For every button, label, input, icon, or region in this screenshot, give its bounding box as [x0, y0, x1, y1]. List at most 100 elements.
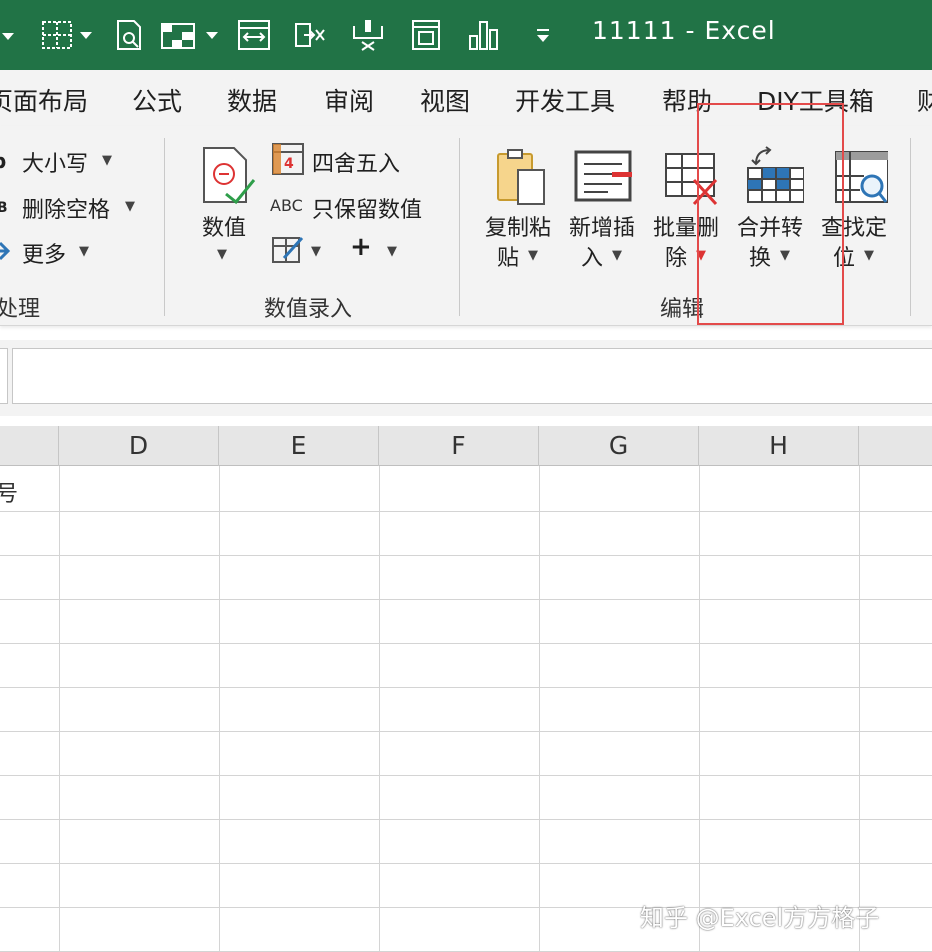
copy-paste-button[interactable]: 复制粘 贴 ▼ — [478, 142, 558, 292]
tab-help[interactable]: 帮助 — [662, 82, 712, 118]
chevron-down-icon[interactable]: ▼ — [528, 248, 538, 263]
tab-review[interactable]: 审阅 — [324, 82, 374, 118]
svg-text:AB: AB — [0, 200, 8, 216]
gridline — [0, 687, 932, 688]
find-locate-label-1: 查找定 — [820, 216, 887, 241]
abc-icon: ABC — [270, 190, 306, 220]
chevron-down-icon[interactable]: ▼ — [387, 244, 397, 259]
group-label-number: 数值录入 — [264, 297, 353, 322]
merge-convert-icon — [740, 146, 805, 210]
chevron-down-icon[interactable]: ▼ — [612, 248, 622, 263]
dropdown-caret-icon[interactable] — [0, 16, 28, 54]
round-icon: 4 — [270, 142, 306, 176]
remove-spaces-button[interactable]: 删除空格 — [22, 192, 110, 224]
value-button-label: 数值 — [201, 216, 246, 241]
gridline — [59, 466, 60, 952]
insert-button[interactable]: 新增插 入 ▼ — [562, 142, 642, 292]
change-case-button[interactable]: 大小写 — [22, 146, 88, 178]
gridline — [0, 511, 932, 512]
copy-paste-label-1: 复制粘 — [484, 216, 551, 241]
group-label-edit: 编辑 — [660, 297, 705, 322]
tab-diy-toolbox[interactable]: DIY工具箱 — [757, 82, 874, 118]
gridline — [0, 643, 932, 644]
gridline — [219, 466, 220, 952]
group-separator — [459, 138, 460, 316]
chart-icon[interactable] — [466, 16, 502, 54]
merge-convert-button[interactable]: 合并转 换 ▼ — [730, 142, 810, 292]
svg-text:4: 4 — [284, 156, 294, 172]
value-button[interactable]: 数值 ▼ — [184, 142, 264, 292]
insert-label-1: 新增插 — [568, 216, 635, 241]
edit-cell-icon[interactable] — [270, 232, 306, 266]
chevron-down-icon[interactable]: ▼ — [217, 247, 227, 262]
title-bar: 11111 - Excel — [0, 0, 932, 70]
customize-qat-icon[interactable] — [528, 16, 558, 54]
column-header-g[interactable]: G — [539, 426, 699, 466]
chevron-down-icon[interactable]: ▼ — [102, 153, 112, 168]
print-preview-icon[interactable] — [112, 16, 148, 54]
find-locate-button[interactable]: 查找定 位 ▼ — [814, 142, 894, 292]
chevron-down-icon[interactable]: ▼ — [780, 248, 790, 263]
arrow-right-icon — [0, 236, 16, 266]
watermark: 知乎 @Excel方方格子 — [640, 904, 880, 932]
group-separator — [164, 138, 165, 316]
column-header-f[interactable]: F — [379, 426, 539, 466]
column-header-h[interactable]: H — [699, 426, 859, 466]
gridline — [0, 599, 932, 600]
plus-icon[interactable]: + — [350, 232, 372, 262]
tab-view[interactable]: 视图 — [420, 82, 470, 118]
column-header-partial-right[interactable] — [859, 426, 932, 466]
more-button[interactable]: 更多 — [22, 237, 66, 269]
name-box[interactable] — [0, 348, 8, 404]
gridline — [539, 466, 540, 952]
gridline — [0, 863, 932, 864]
column-header-e[interactable]: E — [219, 426, 379, 466]
tab-page-layout[interactable]: 页面布局 — [0, 82, 88, 118]
insert-rows-icon — [572, 146, 636, 210]
ribbon: b 大小写 ▼ AB 删除空格 ▼ 更多 ▼ 处理 数值 ▼ 4 四舍五入 AB… — [0, 126, 932, 326]
tab-developer[interactable]: 开发工具 — [515, 82, 615, 118]
gridline — [0, 819, 932, 820]
fit-columns-icon[interactable] — [236, 16, 272, 54]
remove-spaces-icon: AB — [0, 192, 20, 222]
find-icon — [824, 146, 889, 210]
tab-data[interactable]: 数据 — [227, 82, 277, 118]
gridline — [859, 466, 860, 952]
border-icon[interactable] — [40, 16, 94, 54]
gridline — [0, 731, 932, 732]
cell-partial-text[interactable]: 号 — [0, 476, 18, 508]
merge-cells-icon[interactable] — [350, 16, 386, 54]
chevron-down-icon[interactable]: ▼ — [696, 248, 706, 263]
column-header-partial[interactable] — [0, 426, 59, 466]
change-case-icon: b — [0, 146, 16, 176]
window-title: 11111 - Excel — [592, 16, 776, 45]
chevron-down-icon[interactable]: ▼ — [125, 199, 135, 214]
chevron-down-icon[interactable]: ▼ — [311, 244, 321, 259]
chevron-down-icon[interactable]: ▼ — [864, 248, 874, 263]
merge-convert-label-1: 合并转 — [736, 216, 803, 241]
formula-input[interactable] — [12, 348, 932, 404]
batch-delete-button[interactable]: 批量删 除 ▼ — [646, 142, 726, 292]
group-separator — [910, 138, 911, 316]
export-icon[interactable] — [292, 16, 328, 54]
chevron-down-icon[interactable]: ▼ — [79, 244, 89, 259]
abc-glyph: ABC — [270, 196, 303, 215]
delete-cells-icon — [656, 146, 720, 210]
tab-formulas[interactable]: 公式 — [132, 82, 182, 118]
worksheet-grid[interactable]: 号 — [0, 466, 932, 952]
formula-bar-row — [0, 340, 932, 416]
value-icon — [196, 144, 260, 208]
round-button[interactable]: 四舍五入 — [312, 146, 400, 178]
svg-text:b: b — [0, 149, 6, 173]
gridline — [699, 466, 700, 952]
ribbon-tabs: 页面布局 公式 数据 审阅 视图 开发工具 帮助 DIY工具箱 财 — [0, 70, 932, 126]
gridline — [0, 775, 932, 776]
keep-values-button[interactable]: 只保留数值 — [312, 192, 422, 224]
table-format-icon[interactable] — [160, 16, 220, 54]
gridline — [0, 555, 932, 556]
form-icon[interactable] — [408, 16, 444, 54]
batch-delete-label-1: 批量删 — [652, 216, 719, 241]
tab-finance[interactable]: 财 — [917, 82, 932, 118]
gridline — [379, 466, 380, 952]
column-header-d[interactable]: D — [59, 426, 219, 466]
